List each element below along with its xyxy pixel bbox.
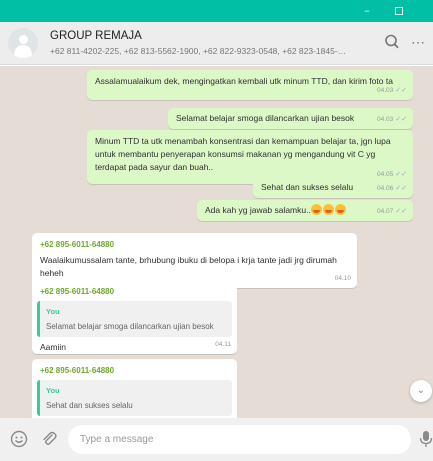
laughing-emoji-icon [310, 204, 322, 215]
read-receipt-icon: ✓✓ [395, 208, 407, 215]
message-time: 04.03 ✓✓ [376, 87, 407, 94]
quote-author: You [46, 307, 60, 316]
participant-list: +62 811-4202-225, +62 813-5562-1900, +62… [50, 46, 350, 56]
message-time: 04.06 ✓✓ [376, 185, 407, 192]
message-time: 04.10 [334, 275, 351, 282]
message-bubble[interactable]: Minum TTD ta utk menambah konsentrasi da… [87, 130, 413, 184]
chevron-down-icon: ⌄ [416, 385, 426, 396]
message-input[interactable] [68, 425, 411, 454]
microphone-icon[interactable] [419, 430, 433, 448]
avatar-head-shape [19, 35, 28, 44]
quoted-message[interactable]: You Sehat dan sukses selalu [37, 380, 232, 416]
chat-header[interactable]: GROUP REMAJA +62 811-4202-225, +62 813-5… [0, 22, 433, 65]
title-bar: – [0, 0, 433, 22]
quote-author: You [46, 386, 60, 395]
search-icon[interactable] [382, 32, 402, 52]
read-receipt-icon: ✓✓ [395, 116, 407, 123]
message-bubble[interactable]: Selamat belajar smoga dilancarkan ujian … [168, 108, 413, 129]
message-bubble[interactable]: +62 895-6011-64880 You Selamat belajar s… [32, 280, 237, 354]
message-list[interactable]: Assalamualaikum dek, mengingatkan kembal… [0, 66, 433, 418]
quote-text: Sehat dan sukses selalu [46, 401, 133, 410]
menu-icon[interactable]: ⋯ [411, 32, 431, 52]
laughing-emoji-icon [322, 204, 334, 215]
sender-name[interactable]: +62 895-6011-64880 [37, 364, 232, 377]
message-bubble[interactable]: +62 895-6011-64880 You Sehat dan sukses … [32, 359, 237, 418]
message-text: Assalamualaikum dek, mengingatkan kembal… [95, 76, 393, 86]
maximize-button[interactable] [383, 0, 415, 22]
message-text: Waalaikumussalam tante, brhubung ibuku d… [40, 255, 337, 278]
quote-text: Selamat belajar smoga dilancarkan ujian … [46, 322, 214, 331]
message-bubble[interactable]: Sehat dan sukses selalu 04.06 ✓✓ [253, 177, 413, 198]
message-time: 04.07 ✓✓ [376, 208, 407, 215]
read-receipt-icon: ✓✓ [395, 185, 407, 192]
minimize-button[interactable]: – [351, 0, 383, 22]
sender-name[interactable]: +62 895-6011-64880 [37, 285, 232, 298]
emoji-icon[interactable] [10, 430, 28, 448]
message-composer [0, 418, 433, 461]
message-text: Selamat belajar smoga dilancarkan ujian … [176, 113, 355, 123]
message-time: 04.03 ✓✓ [376, 116, 407, 123]
scroll-down-button[interactable]: ⌄ [410, 380, 432, 402]
message-time: 04.11 [215, 341, 231, 348]
quoted-message[interactable]: You Selamat belajar smoga dilancarkan uj… [37, 301, 232, 337]
group-avatar[interactable] [8, 28, 38, 58]
paperclip-icon[interactable] [40, 430, 58, 448]
avatar-body-shape [14, 45, 32, 58]
message-text: Minum TTD ta utk menambah konsentrasi da… [95, 136, 391, 172]
message-bubble[interactable]: Assalamualaikum dek, mengingatkan kembal… [87, 70, 413, 100]
maximize-icon [395, 7, 403, 15]
sender-name[interactable]: +62 895-6011-64880 [40, 238, 351, 251]
message-bubble[interactable]: Ada kah yg jawab salamku.. 04.07 ✓✓ [197, 200, 413, 221]
message-text: Aamiin [40, 342, 66, 352]
read-receipt-icon: ✓✓ [395, 87, 407, 94]
laughing-emoji-icon [334, 204, 346, 215]
group-name: GROUP REMAJA [50, 30, 142, 42]
